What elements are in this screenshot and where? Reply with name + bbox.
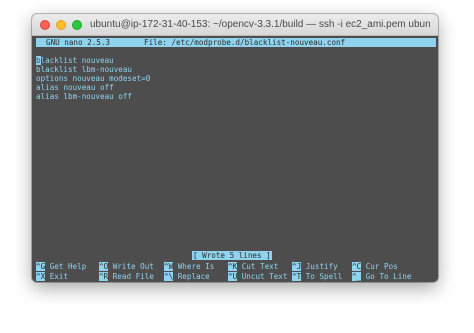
close-button[interactable]	[40, 20, 50, 30]
shortcut-label: To Spell	[301, 272, 343, 281]
shortcut-label: Exit	[45, 272, 69, 281]
status-message: [ Wrote 5 lines ]	[192, 251, 272, 260]
shortcut-key: ^K	[228, 262, 238, 271]
shortcut-label: Write Out	[108, 262, 154, 271]
terminal-area[interactable]: GNU nano 2.5.3 File: /etc/modprobe.d/bla…	[32, 36, 438, 282]
title-bar[interactable]: ubuntu@ip-172-31-40-153: ~/opencv-3.3.1/…	[32, 14, 438, 36]
editor-line: blacklist lbm-nouveau	[36, 65, 133, 74]
shortcut-go-to-line[interactable]: ^_ Go To Line	[352, 272, 411, 281]
nano-header: GNU nano 2.5.3 File: /etc/modprobe.d/bla…	[36, 38, 436, 47]
shortcut-get-help[interactable]: ^G Get Help	[36, 262, 86, 271]
minimize-button[interactable]	[56, 20, 66, 30]
shortcut-label: Get Help	[45, 262, 87, 271]
shortcut-justify[interactable]: ^J Justify	[292, 262, 338, 271]
shortcut-to-spell[interactable]: ^T To Spell	[292, 272, 342, 281]
shortcut-key: ^T	[292, 272, 302, 281]
editor-line: alias nouveau off	[36, 83, 114, 92]
shortcut-label: Replace	[173, 272, 210, 281]
window-title: ubuntu@ip-172-31-40-153: ~/opencv-3.3.1/…	[90, 19, 430, 30]
shortcut-key: ^X	[36, 272, 46, 281]
editor-line: blacklist nouveau	[36, 56, 436, 65]
shortcut-bar: ^G Get Help ^O Write Out ^W Where Is ^K …	[36, 262, 436, 282]
shortcut-key: ^W	[164, 262, 174, 271]
shortcut-key: ^G	[36, 262, 46, 271]
editor-line: alias lbm-nouveau off	[36, 92, 133, 101]
shortcut-label: Read File	[108, 272, 154, 281]
shortcut-label: Cut Text	[237, 262, 279, 271]
shortcut-label: Justify	[301, 262, 338, 271]
shortcut-uncut-text[interactable]: ^U Uncut Text	[228, 272, 287, 281]
shortcut-key: ^\	[164, 272, 174, 281]
editor-line: options nouveau modeset=0	[36, 74, 151, 83]
nano-file-path: File: /etc/modprobe.d/blacklist-nouveau.…	[144, 38, 346, 47]
shortcut-key: ^C	[352, 262, 362, 271]
editor-line-text: lacklist nouveau	[40, 56, 114, 65]
shortcut-label: Cur Pos	[361, 262, 398, 271]
shortcut-replace[interactable]: ^\ Replace	[164, 272, 210, 281]
shortcut-cut-text[interactable]: ^K Cut Text	[228, 262, 278, 271]
shortcut-exit[interactable]: ^X Exit	[36, 272, 68, 281]
shortcut-label: Go To Line	[361, 272, 412, 281]
shortcut-key: ^R	[99, 272, 109, 281]
shortcut-key: ^_	[352, 272, 362, 281]
shortcut-write-out[interactable]: ^O Write Out	[99, 262, 154, 271]
shortcut-cur-pos[interactable]: ^C Cur Pos	[352, 262, 398, 271]
zoom-button[interactable]	[72, 20, 82, 30]
shortcut-label: Where Is	[173, 262, 215, 271]
shortcut-key: ^J	[292, 262, 302, 271]
shortcut-label: Uncut Text	[237, 272, 288, 281]
shortcut-read-file[interactable]: ^R Read File	[99, 272, 154, 281]
shortcut-where-is[interactable]: ^W Where Is	[164, 262, 214, 271]
shortcut-key: ^O	[99, 262, 109, 271]
terminal-window: ubuntu@ip-172-31-40-153: ~/opencv-3.3.1/…	[32, 14, 438, 282]
editor-content[interactable]: blacklist nouveau blacklist lbm-nouveau …	[36, 56, 436, 101]
nano-version: GNU nano 2.5.3	[46, 38, 111, 47]
shortcut-key: ^U	[228, 272, 238, 281]
